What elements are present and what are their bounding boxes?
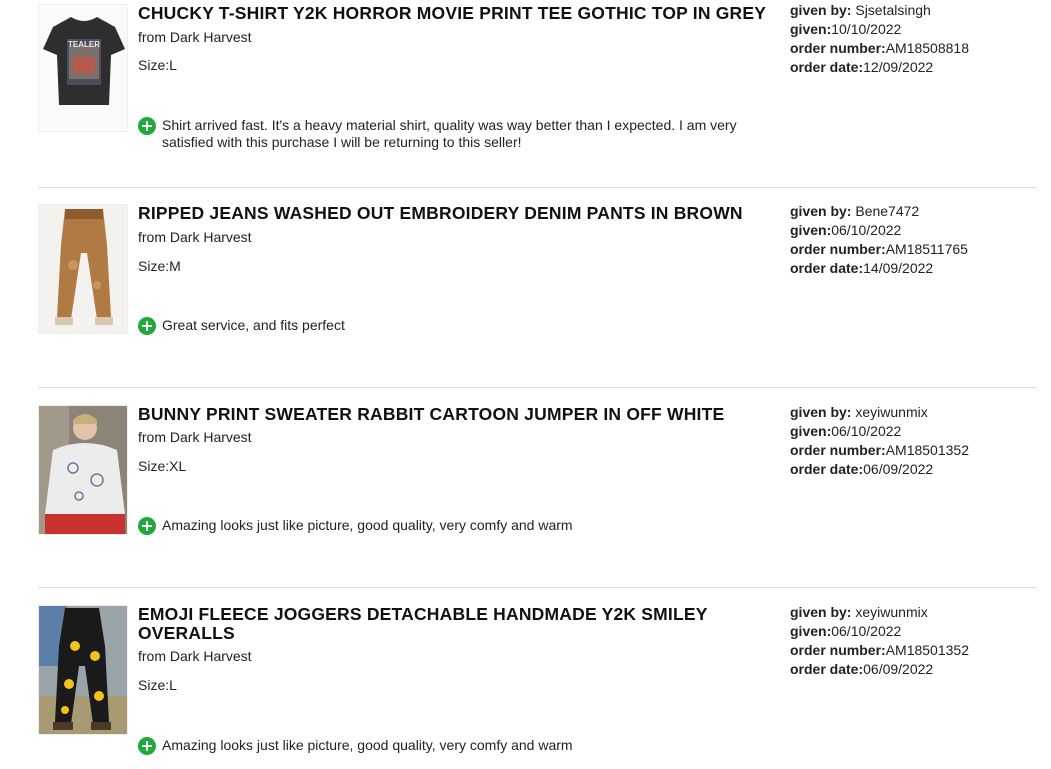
given-value: 06/10/2022 xyxy=(831,623,902,639)
given-row: given:06/10/2022 xyxy=(790,221,1030,240)
order-number-label: order number: xyxy=(790,40,886,56)
review-comment-text: Shirt arrived fast. It's a heavy materia… xyxy=(162,117,737,150)
plus-circle-icon xyxy=(138,517,156,535)
given-by-label: given by: xyxy=(790,2,852,18)
order-date-row: order date:14/09/2022 xyxy=(790,259,1030,278)
order-number-label: order number: xyxy=(790,642,886,658)
plus-circle-icon xyxy=(138,117,156,135)
review-item: BUNNY PRINT SWEATER RABBIT CARTOON JUMPE… xyxy=(38,387,1037,588)
given-value: 06/10/2022 xyxy=(831,423,902,439)
order-number-row: order number:AM18501352 xyxy=(790,641,1030,660)
review-meta: given by: xeyiwunmix given:06/10/2022 or… xyxy=(790,403,1030,479)
plus-circle-icon xyxy=(138,317,156,335)
print-graphic-text: TEALER xyxy=(68,40,100,49)
given-row: given:06/10/2022 xyxy=(790,422,1030,441)
review-item: TEALER CHUCKY T-SHIRT Y2K HORROR MOVIE P… xyxy=(38,0,1037,200)
product-title[interactable]: BUNNY PRINT SWEATER RABBIT CARTOON JUMPE… xyxy=(138,405,778,424)
order-date-label: order date: xyxy=(790,260,864,276)
given-label: given: xyxy=(790,222,832,238)
review-item: RIPPED JEANS WASHED OUT EMBROIDERY DENIM… xyxy=(38,187,1037,388)
order-date-label: order date: xyxy=(790,59,864,75)
given-row: given:10/10/2022 xyxy=(790,20,1030,39)
given-by-value[interactable]: xeyiwunmix xyxy=(851,604,927,620)
given-by-value[interactable]: Bene7472 xyxy=(851,203,919,219)
review-comment: Amazing looks just like picture, good qu… xyxy=(138,517,778,535)
review-meta: given by: xeyiwunmix given:06/10/2022 or… xyxy=(790,603,1030,679)
store-name[interactable]: from Dark Harvest xyxy=(138,429,252,445)
product-image-joggers[interactable] xyxy=(38,605,128,735)
review-comment-text: Great service, and fits perfect xyxy=(162,317,345,333)
order-date-row: order date:12/09/2022 xyxy=(790,58,1030,77)
size-label: Size:L xyxy=(138,57,177,73)
given-value: 10/10/2022 xyxy=(831,21,902,37)
order-number-label: order number: xyxy=(790,442,886,458)
review-meta: given by: Bene7472 given:06/10/2022 orde… xyxy=(790,202,1030,278)
given-by-label: given by: xyxy=(790,604,852,620)
order-number-value: AM18508818 xyxy=(885,40,969,56)
product-image-jeans[interactable] xyxy=(38,204,128,334)
order-number-label: order number: xyxy=(790,241,886,257)
given-by-value[interactable]: xeyiwunmix xyxy=(851,404,927,420)
store-name[interactable]: from Dark Harvest xyxy=(138,29,252,45)
given-row: given:06/10/2022 xyxy=(790,622,1030,641)
store-name[interactable]: from Dark Harvest xyxy=(138,229,252,245)
given-label: given: xyxy=(790,623,832,639)
order-number-value: AM18511765 xyxy=(885,241,968,257)
order-date-value: 12/09/2022 xyxy=(863,59,934,75)
product-image-sweater[interactable] xyxy=(38,405,128,535)
store-name[interactable]: from Dark Harvest xyxy=(138,648,252,664)
review-comment: Amazing looks just like picture, good qu… xyxy=(138,737,778,755)
order-number-value: AM18501352 xyxy=(885,642,969,658)
plus-circle-icon xyxy=(138,737,156,755)
review-meta: given by: Sjsetalsingh given:10/10/2022 … xyxy=(790,1,1030,77)
order-date-label: order date: xyxy=(790,661,864,677)
order-date-row: order date:06/09/2022 xyxy=(790,460,1030,479)
given-by-row: given by: Bene7472 xyxy=(790,202,1030,221)
given-value: 06/10/2022 xyxy=(831,222,902,238)
given-label: given: xyxy=(790,21,832,37)
order-number-value: AM18501352 xyxy=(885,442,969,458)
review-comment-text: Amazing looks just like picture, good qu… xyxy=(162,517,573,533)
given-by-label: given by: xyxy=(790,404,852,420)
order-number-row: order number:AM18501352 xyxy=(790,441,1030,460)
review-comment: Great service, and fits perfect xyxy=(138,317,778,335)
product-title[interactable]: CHUCKY T-SHIRT Y2K HORROR MOVIE PRINT TE… xyxy=(138,4,778,23)
review-comment-text: Amazing looks just like picture, good qu… xyxy=(162,737,573,753)
review-comment: Shirt arrived fast. It's a heavy materia… xyxy=(138,117,778,151)
size-label: Size:L xyxy=(138,677,177,693)
given-by-value[interactable]: Sjsetalsingh xyxy=(851,2,931,18)
order-date-row: order date:06/09/2022 xyxy=(790,660,1030,679)
product-image-tshirt[interactable]: TEALER xyxy=(38,4,128,132)
given-by-row: given by: Sjsetalsingh xyxy=(790,1,1030,20)
review-item: EMOJI FLEECE JOGGERS DETACHABLE HANDMADE… xyxy=(38,587,1037,769)
given-by-row: given by: xeyiwunmix xyxy=(790,603,1030,622)
order-date-value: 06/09/2022 xyxy=(863,661,934,677)
order-date-label: order date: xyxy=(790,461,864,477)
size-label: Size:M xyxy=(138,258,181,274)
given-label: given: xyxy=(790,423,832,439)
order-date-value: 06/09/2022 xyxy=(863,461,934,477)
order-number-row: order number:AM18508818 xyxy=(790,39,1030,58)
given-by-label: given by: xyxy=(790,203,852,219)
given-by-row: given by: xeyiwunmix xyxy=(790,403,1030,422)
size-label: Size:XL xyxy=(138,458,187,474)
order-number-row: order number:AM18511765 xyxy=(790,240,1030,259)
order-date-value: 14/09/2022 xyxy=(863,260,934,276)
product-title[interactable]: RIPPED JEANS WASHED OUT EMBROIDERY DENIM… xyxy=(138,204,778,223)
product-title[interactable]: EMOJI FLEECE JOGGERS DETACHABLE HANDMADE… xyxy=(138,605,738,643)
